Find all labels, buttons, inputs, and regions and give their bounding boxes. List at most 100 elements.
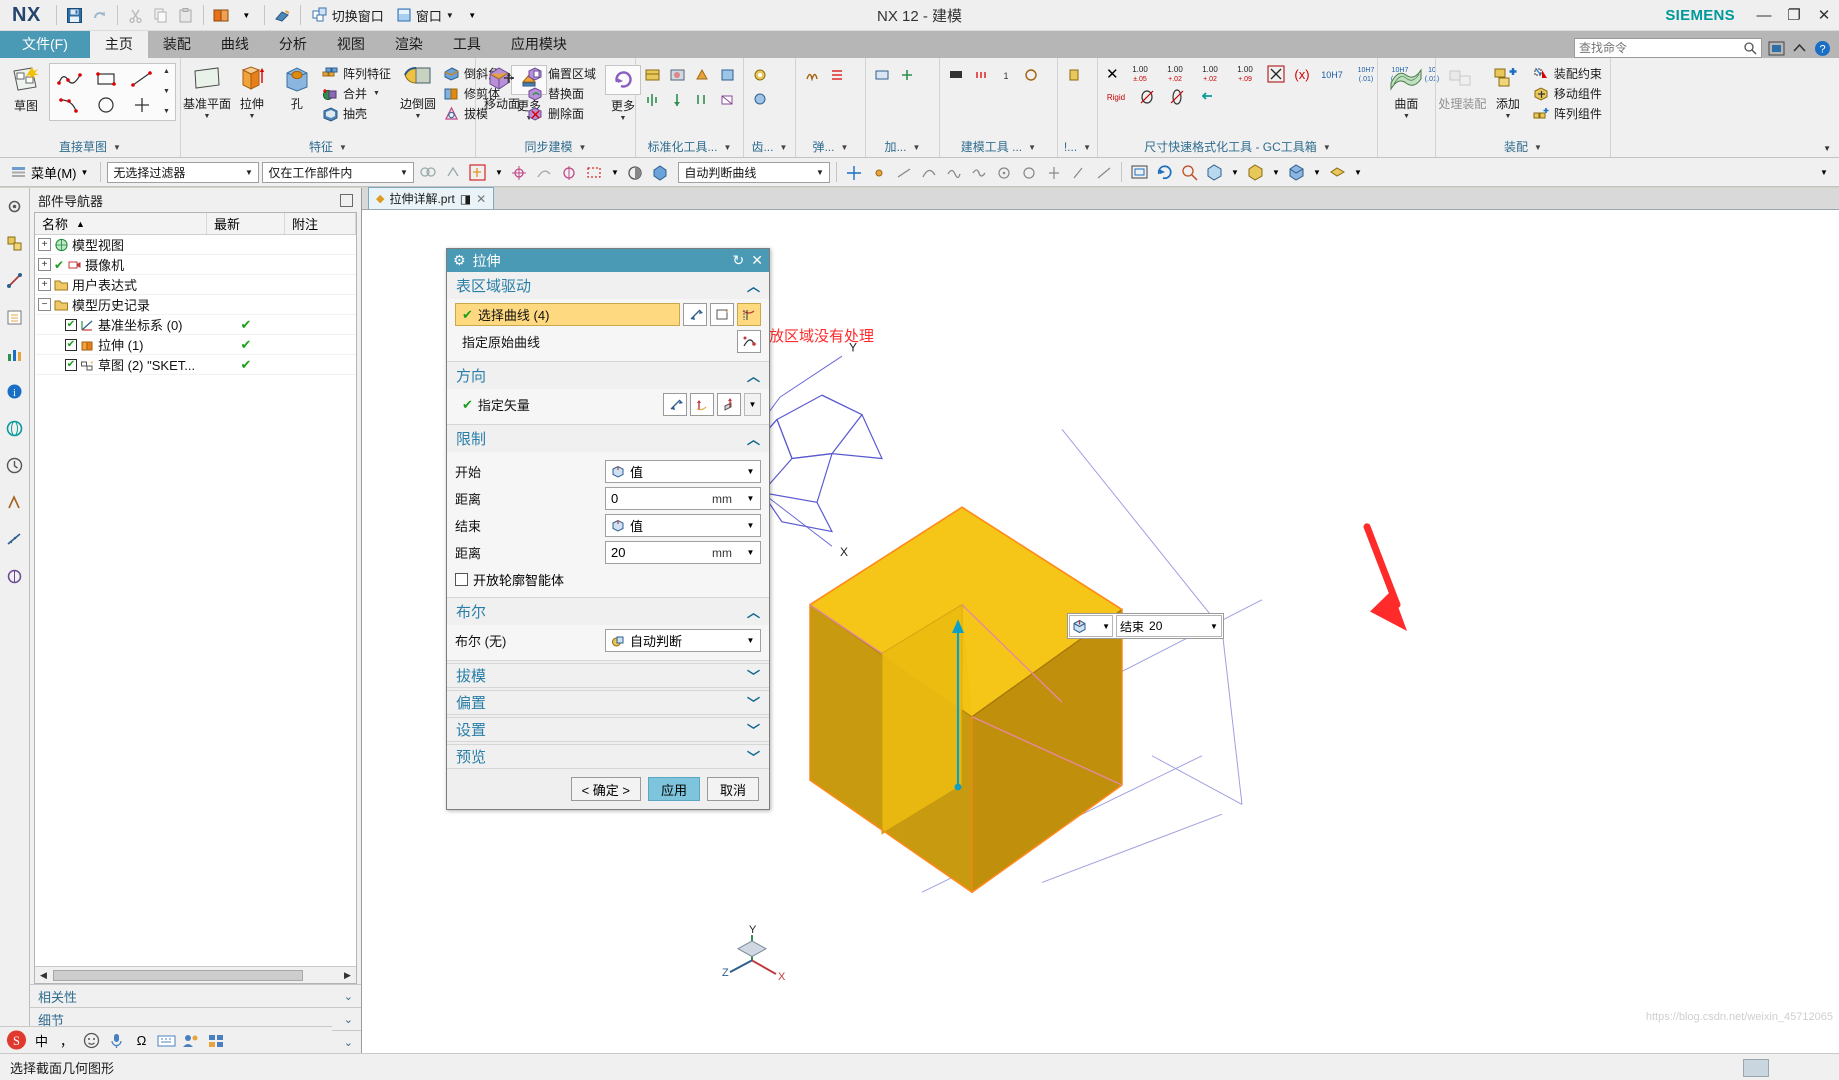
on-screen-value-input[interactable] xyxy=(1149,619,1205,633)
chevron-down-icon[interactable]: ▼ xyxy=(1323,138,1331,157)
curve-rule-combo[interactable]: 自动判断曲线 ▼ xyxy=(678,162,830,183)
close-icon[interactable]: ✕ xyxy=(751,252,763,269)
vector-dialog-button[interactable] xyxy=(690,393,714,416)
resource-constraint-icon[interactable] xyxy=(3,268,27,292)
select-curve-tool-button[interactable] xyxy=(737,303,761,326)
open-profile-row[interactable]: 开放轮廓智能体 xyxy=(455,570,761,589)
expander-icon[interactable]: + xyxy=(38,258,51,271)
extrude-dialog[interactable]: ⚙ 拉伸 ↻ ✕ 表区域驱动 ︿ ✔ 选择曲线 (4) xyxy=(446,248,770,810)
circle-icon[interactable] xyxy=(88,92,124,118)
tab-application[interactable]: 应用模块 xyxy=(496,32,582,58)
cancel-button[interactable]: 取消 xyxy=(707,777,759,801)
window-menu-button[interactable]: 窗口 ▼ xyxy=(390,6,460,25)
chevron-down-icon[interactable]: ⌄ xyxy=(344,1036,353,1049)
snap-mid-icon[interactable] xyxy=(1043,161,1065,183)
ime-punctuation-icon[interactable]: ， xyxy=(56,1030,77,1051)
ribbon-button-edge-blend[interactable]: 边倒圆 ▼ xyxy=(396,63,440,120)
chevron-down-icon[interactable]: ⌄ xyxy=(344,990,353,1003)
chevron-up-icon[interactable]: ︿ xyxy=(747,366,760,385)
chevron-down-icon[interactable]: ⌄ xyxy=(344,1013,353,1026)
section-header[interactable]: 限制 ︿ xyxy=(447,425,769,452)
view-fit-icon[interactable] xyxy=(1128,161,1150,183)
chevron-down-icon[interactable]: ▼ xyxy=(1083,138,1091,157)
dialog-section-offset[interactable]: 偏置 ﹀ xyxy=(447,690,769,715)
chevron-down-icon[interactable]: ▼ xyxy=(812,168,827,177)
chevron-down-icon[interactable]: ▼ xyxy=(743,548,758,557)
chevron-down-icon[interactable]: ▼ xyxy=(578,138,586,157)
std-icon-5[interactable] xyxy=(640,88,665,112)
ribbon-button-delete-face[interactable]: 删除面 xyxy=(525,104,600,123)
section-header[interactable]: 表区域驱动 ︿ xyxy=(447,272,769,299)
redo-icon[interactable] xyxy=(87,3,112,27)
rigid-icon[interactable]: Rigid xyxy=(1106,88,1126,106)
help-icon[interactable]: ? xyxy=(1814,40,1831,57)
std-icon-2[interactable] xyxy=(665,63,690,87)
ime-user-icon[interactable] xyxy=(181,1030,202,1051)
select-shade-icon[interactable] xyxy=(624,161,646,183)
view-layer-icon[interactable] xyxy=(1326,161,1348,183)
switch-window-button[interactable]: 切换窗口 xyxy=(306,6,390,25)
chevron-down-icon[interactable]: ▼ xyxy=(912,138,920,157)
chevron-down-icon[interactable]: ▼ xyxy=(1504,113,1511,120)
limit-start-combo[interactable]: 值 ▼ xyxy=(605,460,761,483)
chevron-down-icon[interactable]: ▼ xyxy=(396,168,411,177)
chevron-down-icon[interactable]: ▼ xyxy=(339,138,347,157)
ime-emoji-icon[interactable] xyxy=(81,1030,102,1051)
spring-icon-2[interactable] xyxy=(825,63,850,87)
limit-end-distance-field[interactable]: 20 mm ▼ xyxy=(605,541,761,564)
view-rotate-icon[interactable] xyxy=(1153,161,1175,183)
resource-chart-icon[interactable] xyxy=(3,342,27,366)
chevron-down-icon[interactable]: ▼ xyxy=(1028,138,1036,157)
dialog-title-bar[interactable]: ⚙ 拉伸 ↻ ✕ xyxy=(447,249,769,272)
mt-icon-2[interactable] xyxy=(969,63,994,87)
snap-arc-icon[interactable] xyxy=(918,161,940,183)
fullscreen-icon[interactable] xyxy=(1768,40,1785,57)
boolean-combo[interactable]: 自动判断 ▼ xyxy=(605,629,761,652)
ribbon-button-move-face[interactable]: 移动面 xyxy=(480,63,524,112)
chevron-down-icon[interactable]: ▼ xyxy=(203,113,210,120)
on-screen-type-combo[interactable]: ▼ xyxy=(1069,615,1113,637)
ribbon-button-pattern-component[interactable]: 阵列组件 xyxy=(1531,104,1606,123)
snap-quad-icon[interactable] xyxy=(943,161,965,183)
origin-curve-tool-button[interactable] xyxy=(737,330,761,353)
tree-horizontal-scrollbar[interactable]: ◀ ▶ xyxy=(35,966,356,983)
section-dependencies[interactable]: 相关性 ⌄ xyxy=(30,984,361,1007)
plus-icon-2[interactable] xyxy=(895,63,920,87)
selection-scope-combo[interactable]: 仅在工作部件内 ▼ xyxy=(262,162,414,183)
reset-icon[interactable]: ↻ xyxy=(733,252,745,269)
tree-row-cameras[interactable]: + ✔ 摄像机 xyxy=(35,255,356,275)
ribbon-button-extrude[interactable]: 拉伸 ▼ xyxy=(230,63,274,120)
scroll-thumb[interactable] xyxy=(53,970,303,981)
select-general-icon[interactable] xyxy=(417,161,439,183)
tree-row-checkbox[interactable]: ✔ xyxy=(65,319,77,331)
chevron-down-icon[interactable]: ▼ xyxy=(1210,622,1218,631)
resource-history-icon[interactable] xyxy=(3,453,27,477)
resource-measure-icon[interactable] xyxy=(3,527,27,551)
dim-x-icon[interactable]: ✕ xyxy=(1106,65,1119,83)
sogou-logo-icon[interactable]: S xyxy=(6,1030,27,1051)
tree-row-extrude[interactable]: ✔ 拉伸 (1) ✔ xyxy=(35,335,356,355)
line-icon[interactable] xyxy=(124,66,160,92)
std-icon-1[interactable] xyxy=(640,63,665,87)
ribbon-button-datum-plane[interactable]: 基准平面 ▼ xyxy=(185,63,229,120)
chevron-up-icon[interactable]: ︿ xyxy=(747,602,760,621)
resource-settings-icon[interactable] xyxy=(3,194,27,218)
book-icon[interactable] xyxy=(209,3,234,27)
ime-mode-chinese[interactable]: 中 xyxy=(31,1030,52,1051)
chevron-down-icon[interactable]: ▼ xyxy=(446,11,454,20)
ok-button[interactable]: < 确定 > xyxy=(571,777,641,801)
limit-end-combo[interactable]: 值 ▼ xyxy=(605,514,761,537)
copy-icon[interactable] xyxy=(148,3,173,27)
snap-parallel-icon[interactable] xyxy=(1068,161,1090,183)
dialog-section-settings[interactable]: 设置 ﹀ xyxy=(447,717,769,742)
dialog-section-preview[interactable]: 预览 ﹀ xyxy=(447,744,769,769)
mt-icon-4[interactable] xyxy=(1019,63,1044,87)
close-button[interactable]: ✕ xyxy=(1809,1,1839,29)
scroll-right-icon[interactable]: ▶ xyxy=(339,970,356,981)
chevron-down-icon[interactable]: ▼ xyxy=(723,138,731,157)
tab-file[interactable]: 文件(F) xyxy=(0,31,90,58)
search-input[interactable] xyxy=(1579,41,1743,55)
reverse-direction-button[interactable] xyxy=(683,303,707,326)
ribbon-button-pattern-feature[interactable]: 阵列特征 xyxy=(320,64,395,83)
tol-icon-2[interactable]: 1.00+.02 xyxy=(1162,63,1189,85)
